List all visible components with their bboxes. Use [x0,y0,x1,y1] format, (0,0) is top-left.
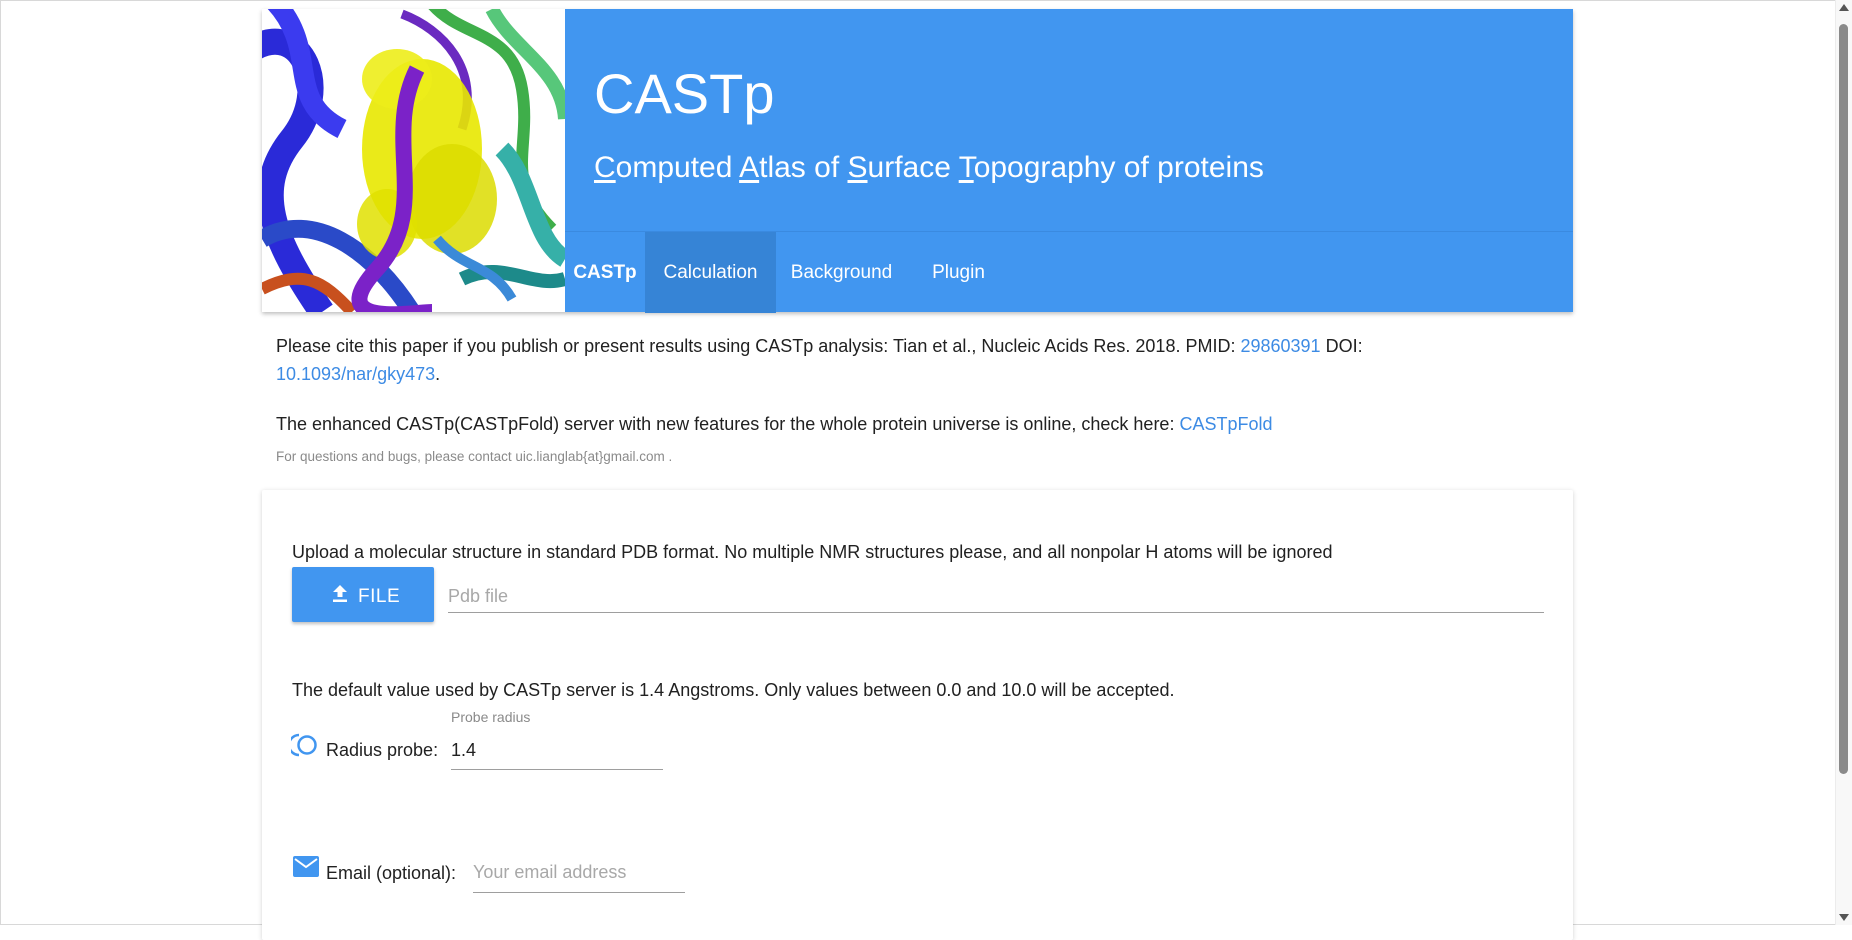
citation-text: Please cite this paper if you publish or… [276,336,1241,356]
doi-label: DOI: [1320,336,1363,356]
nav-item-calculation[interactable]: Calculation [645,232,776,313]
nav-item-castp[interactable]: CASTp [565,232,645,313]
enhanced-text: The enhanced CASTp(CASTpFold) server wit… [276,414,1180,434]
subtitle-initial: S [847,151,868,184]
protein-structure-image [262,9,565,312]
upload-instructions: Upload a molecular structure in standard… [292,542,1333,562]
subtitle-text: urface [867,151,959,184]
file-button-label: FILE [358,586,401,607]
email-label: Email (optional): [326,863,457,883]
site-subtitle: Computed Atlas of Surface Topography of … [594,151,1264,185]
contact-note: For questions and bugs, please contact u… [276,449,673,464]
file-upload-button[interactable]: FILE [292,567,434,622]
citation-notice: Please cite this paper if you publish or… [276,332,1436,388]
subtitle-initial: A [739,151,760,184]
calculation-form: Upload a molecular structure in standard… [262,490,1573,940]
upload-icon [333,585,347,602]
subtitle-text: omputed [615,151,740,184]
subtitle-text: opography of proteins [973,151,1264,184]
castpfold-link[interactable]: CASTpFold [1179,414,1272,434]
radius-probe-label: Radius probe: [326,740,439,760]
main-nav: CASTp Calculation Background Plugin [565,231,1573,313]
subtitle-text: tlas of [759,151,848,184]
email-icon [293,856,319,877]
pmid-link[interactable]: 29860391 [1240,336,1320,356]
subtitle-initial: T [958,151,974,184]
citation-end: . [435,364,441,384]
pdb-file-input[interactable] [448,580,1544,613]
header-banner: CASTp Computed Atlas of Surface Topograp… [565,9,1573,313]
nav-item-plugin[interactable]: Plugin [907,232,1010,313]
site-title: CASTp [594,62,775,125]
doi-link[interactable]: 10.1093/nar/gky473 [276,364,435,384]
page-scrollbar[interactable] [1835,0,1852,925]
scrollbar-thumb[interactable] [1839,24,1848,774]
probe-radius-icon [291,733,317,757]
radius-note: The default value used by CASTp server i… [292,680,1175,700]
scroll-up-icon[interactable] [1839,4,1849,11]
probe-radius-input[interactable] [451,731,663,770]
email-input[interactable] [473,852,685,893]
enhanced-server-notice: The enhanced CASTp(CASTpFold) server wit… [276,414,1273,435]
scroll-down-icon[interactable] [1839,914,1849,921]
probe-radius-caption: Probe radius [451,709,531,725]
nav-item-background[interactable]: Background [776,232,907,313]
site-header: CASTp Computed Atlas of Surface Topograp… [262,9,1573,313]
subtitle-initial: C [594,151,616,184]
